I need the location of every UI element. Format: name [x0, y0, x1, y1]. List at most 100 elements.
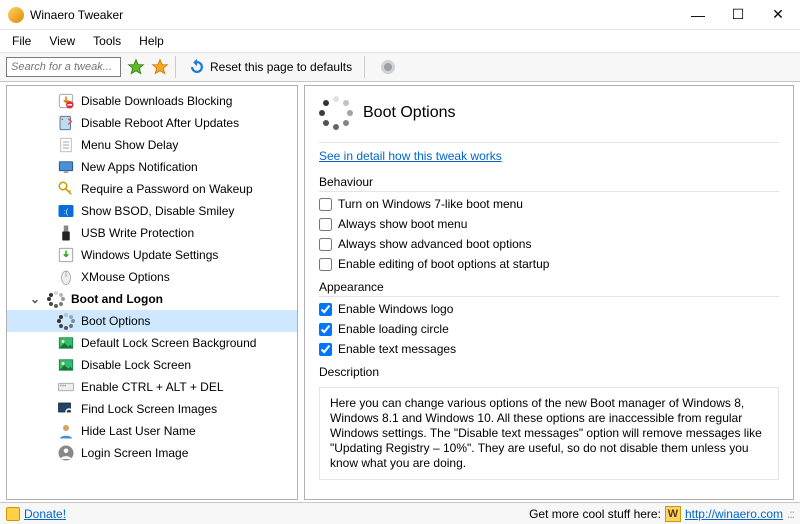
download-block-icon [57, 92, 75, 110]
bsod-icon: :( [57, 202, 75, 220]
star-orange-icon[interactable] [151, 58, 169, 76]
star-green-icon[interactable] [127, 58, 145, 76]
maximize-button[interactable]: ☐ [718, 1, 758, 29]
checkbox-label: Always show boot menu [338, 217, 467, 231]
toolbar: Reset this page to defaults [0, 52, 800, 82]
user-circle-icon [57, 444, 75, 462]
tree-item-label: Find Lock Screen Images [81, 402, 217, 416]
tree-panel[interactable]: Disable Downloads Blocking Disable Reboot… [6, 85, 298, 500]
statusbar: Donate! Get more cool stuff here: W http… [0, 502, 800, 524]
search-pic-icon [57, 400, 75, 418]
main-panel: Boot Options See in detail how this twea… [304, 85, 794, 500]
tree-item[interactable]: Menu Show Delay [7, 134, 297, 156]
menu-tools[interactable]: Tools [85, 32, 129, 50]
checkbox-row[interactable]: Enable loading circle [319, 319, 779, 339]
menu-view[interactable]: View [41, 32, 83, 50]
menu-file[interactable]: File [4, 32, 39, 50]
detail-link[interactable]: See in detail how this tweak works [319, 142, 779, 163]
tree-item-label: Disable Lock Screen [81, 358, 191, 372]
appearance-group-label: Appearance [319, 280, 779, 294]
tree-item-label: Hide Last User Name [81, 424, 196, 438]
tree-item-label: Disable Reboot After Updates [81, 116, 239, 130]
tree-subitem[interactable]: Login Screen Image [7, 442, 297, 464]
tree-item-label: Windows Update Settings [81, 248, 218, 262]
tree-item[interactable]: Windows Update Settings [7, 244, 297, 266]
app-icon [8, 7, 24, 23]
checkbox-row[interactable]: Always show boot menu [319, 214, 779, 234]
search-input[interactable] [6, 57, 121, 77]
tree-item-label: Login Screen Image [81, 446, 188, 460]
tree-item-label: Require a Password on Wakeup [81, 182, 253, 196]
tree-item[interactable]: :( Show BSOD, Disable Smiley [7, 200, 297, 222]
close-button[interactable]: ✕ [758, 1, 798, 29]
checkbox-label: Always show advanced boot options [338, 237, 531, 251]
checkbox-row[interactable]: Turn on Windows 7-like boot menu [319, 194, 779, 214]
dots-icon [57, 312, 75, 330]
svg-text::(: :( [64, 207, 69, 216]
checkbox-row[interactable]: Enable text messages [319, 339, 779, 359]
monitor-icon [57, 158, 75, 176]
reboot-icon [57, 114, 75, 132]
minimize-button[interactable]: — [678, 1, 718, 29]
gear-icon[interactable] [379, 58, 397, 76]
behaviour-group-label: Behaviour [319, 175, 779, 189]
tree-subitem[interactable]: Disable Lock Screen [7, 354, 297, 376]
checkbox-label: Enable editing of boot options at startu… [338, 257, 549, 271]
checkbox[interactable] [319, 343, 332, 356]
checkbox-label: Turn on Windows 7-like boot menu [338, 197, 523, 211]
tree-item-label: USB Write Protection [81, 226, 194, 240]
checkbox-row[interactable]: Enable Windows logo [319, 299, 779, 319]
tree-item[interactable]: New Apps Notification [7, 156, 297, 178]
tree-item-label: Show BSOD, Disable Smiley [81, 204, 234, 218]
menu-doc-icon [57, 136, 75, 154]
checkbox[interactable] [319, 238, 332, 251]
tree-category-boot-logon[interactable]: ⌄ Boot and Logon [7, 288, 297, 310]
usb-icon [57, 224, 75, 242]
tree-subitem[interactable]: Hide Last User Name [7, 420, 297, 442]
tree-item-label: Default Lock Screen Background [81, 336, 256, 350]
checkbox[interactable] [319, 258, 332, 271]
reset-label: Reset this page to defaults [210, 60, 352, 74]
window-title: Winaero Tweaker [30, 8, 123, 22]
tree-item[interactable]: Disable Reboot After Updates [7, 112, 297, 134]
menu-help[interactable]: Help [131, 32, 172, 50]
checkbox[interactable] [319, 218, 332, 231]
credit-link[interactable]: http://winaero.com [685, 507, 783, 521]
refresh-icon [188, 58, 206, 76]
key-icon [57, 180, 75, 198]
credit: Get more cool stuff here: W http://winae… [529, 506, 794, 522]
checkbox-label: Enable loading circle [338, 322, 449, 336]
tree-item-label: Boot Options [81, 314, 150, 328]
checkbox[interactable] [319, 198, 332, 211]
tree-item-label: Disable Downloads Blocking [81, 94, 232, 108]
tree-subitem[interactable]: Default Lock Screen Background [7, 332, 297, 354]
checkbox-row[interactable]: Enable editing of boot options at startu… [319, 254, 779, 274]
checkbox[interactable] [319, 323, 332, 336]
tree-item[interactable]: Require a Password on Wakeup [7, 178, 297, 200]
chevron-down-icon: ⌄ [29, 292, 41, 306]
tree-item[interactable]: USB Write Protection [7, 222, 297, 244]
tree-category-label: Boot and Logon [71, 292, 163, 306]
reset-button[interactable]: Reset this page to defaults [182, 56, 358, 78]
tree-item-label: Enable CTRL + ALT + DEL [81, 380, 224, 394]
keyboard-icon [57, 378, 75, 396]
checkbox-label: Enable text messages [338, 342, 456, 356]
donate-link[interactable]: Donate! [6, 507, 66, 521]
dots-icon [47, 290, 65, 308]
tree-subitem[interactable]: Find Lock Screen Images [7, 398, 297, 420]
picture-icon [57, 356, 75, 374]
checkbox-row[interactable]: Always show advanced boot options [319, 234, 779, 254]
tree-item-label: XMouse Options [81, 270, 170, 284]
tree-item[interactable]: XMouse Options [7, 266, 297, 288]
checkbox[interactable] [319, 303, 332, 316]
winaero-icon: W [665, 506, 681, 522]
tree-item-label: New Apps Notification [81, 160, 198, 174]
description-label: Description [319, 365, 779, 379]
tree-subitem[interactable]: Enable CTRL + ALT + DEL [7, 376, 297, 398]
donate-icon [6, 507, 20, 521]
menubar: File View Tools Help [0, 30, 800, 52]
tree-subitem[interactable]: Boot Options [7, 310, 297, 332]
user-icon [57, 422, 75, 440]
checkbox-label: Enable Windows logo [338, 302, 453, 316]
tree-item[interactable]: Disable Downloads Blocking [7, 90, 297, 112]
